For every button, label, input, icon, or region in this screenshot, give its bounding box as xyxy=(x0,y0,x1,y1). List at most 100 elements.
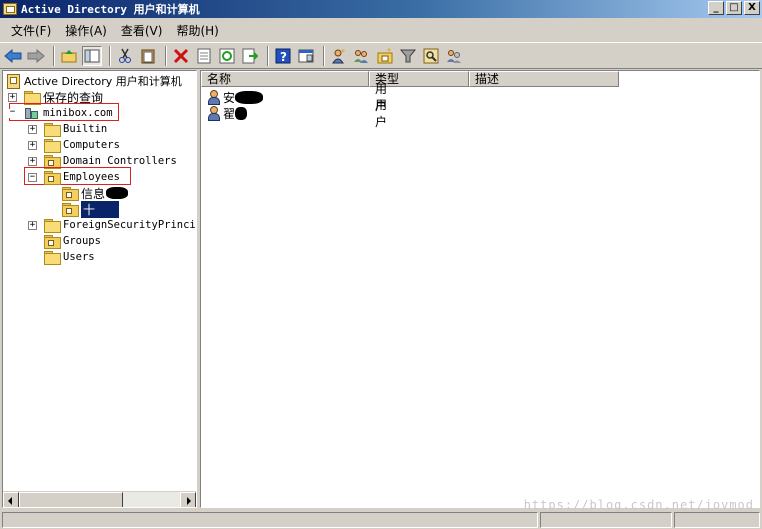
back-icon[interactable] xyxy=(3,46,23,66)
properties-icon[interactable] xyxy=(194,46,214,66)
status-cell xyxy=(2,512,538,528)
tree-item-groups[interactable]: Groups xyxy=(44,233,101,249)
column-header-description[interactable]: 描述 xyxy=(469,71,619,87)
tree-item-users[interactable]: Users xyxy=(44,249,95,265)
arrow-left-icon xyxy=(8,497,12,505)
details-list[interactable]: 名称 类型 描述 安 用户 翟 用户 xyxy=(200,70,760,508)
status-cell xyxy=(674,512,760,528)
menu-view[interactable]: 查看(V) xyxy=(114,20,170,41)
user-type: 用户 xyxy=(375,98,388,129)
close-button[interactable]: X xyxy=(744,1,760,15)
console-tree[interactable]: Active Directory 用户和计算机 + 保存的查询 − minibo… xyxy=(2,70,197,508)
user-name: 翟 xyxy=(223,106,236,121)
new-ou-icon[interactable]: * xyxy=(375,46,395,66)
user-icon xyxy=(207,90,220,105)
window-title: Active Directory 用户和计算机 xyxy=(21,3,200,16)
redaction-mark xyxy=(235,106,248,120)
tree-item-label-selected: 十 xyxy=(81,200,120,218)
find-icon[interactable] xyxy=(421,46,441,66)
svg-text:*: * xyxy=(387,48,391,56)
help-icon[interactable]: ? xyxy=(273,46,293,66)
toolbar: ? * * xyxy=(0,42,762,69)
list-row[interactable]: 翟 用户 xyxy=(201,98,387,129)
redaction-mark xyxy=(235,90,264,104)
redaction-mark xyxy=(106,187,129,199)
toolbar-separator xyxy=(267,45,269,66)
refresh-icon[interactable] xyxy=(217,46,237,66)
tree-item-foreign-security[interactable]: + ForeignSecurityPrincip xyxy=(28,217,196,233)
ou-folder-icon xyxy=(44,171,61,185)
user-name: 安 xyxy=(223,90,236,105)
expand-icon[interactable]: + xyxy=(28,156,37,166)
tree-horizontal-scrollbar[interactable] xyxy=(3,491,196,507)
title-bar: Active Directory 用户和计算机 _ □ X xyxy=(0,0,762,18)
add-to-group-icon[interactable] xyxy=(444,46,464,66)
ou-folder-icon xyxy=(62,187,79,201)
scroll-right-button[interactable] xyxy=(180,492,196,507)
tree-item-sub-ou-1[interactable]: 信息 xyxy=(62,185,129,201)
expand-icon[interactable]: + xyxy=(28,220,37,230)
arrow-right-icon xyxy=(187,497,191,505)
folder-icon xyxy=(44,251,61,265)
new-group-icon[interactable] xyxy=(352,46,372,66)
tree-item-label: Builtin xyxy=(63,123,108,135)
expand-icon[interactable]: + xyxy=(28,140,37,150)
expand-icon[interactable]: + xyxy=(28,124,37,134)
tree-root-label: Active Directory 用户和计算机 xyxy=(24,75,182,88)
delete-icon[interactable] xyxy=(171,46,191,66)
svg-text:*: * xyxy=(341,48,345,57)
svg-text:?: ? xyxy=(280,50,287,64)
scroll-left-button[interactable] xyxy=(3,492,19,507)
menu-action[interactable]: 操作(A) xyxy=(58,20,114,41)
scroll-thumb[interactable] xyxy=(19,492,123,507)
paste-icon[interactable] xyxy=(138,46,158,66)
export-icon[interactable] xyxy=(240,46,260,66)
folder-icon xyxy=(44,139,61,153)
folder-icon xyxy=(44,219,61,233)
list-row[interactable]: 安 用户 xyxy=(201,82,387,113)
minimize-button[interactable]: _ xyxy=(708,1,724,15)
tree-item-computers[interactable]: + Computers xyxy=(28,137,120,153)
toolbar-separator xyxy=(165,45,167,66)
tree-item-label: minibox.com xyxy=(43,107,113,119)
tree-item-domain[interactable]: − minibox.com xyxy=(8,105,113,121)
new-user-icon[interactable]: * xyxy=(329,46,349,66)
tree-item-label: Users xyxy=(63,251,95,263)
status-cell xyxy=(540,512,672,528)
toolbar-separator xyxy=(109,45,111,66)
collapse-icon[interactable]: − xyxy=(8,107,17,118)
ou-folder-icon xyxy=(62,203,79,217)
show-tree-icon[interactable] xyxy=(82,45,102,66)
user-icon xyxy=(207,106,220,121)
filter-icon[interactable] xyxy=(398,46,418,66)
folder-icon xyxy=(24,91,41,105)
up-icon[interactable] xyxy=(59,46,79,66)
forward-icon[interactable] xyxy=(26,46,46,66)
menu-file[interactable]: 文件(F) xyxy=(4,20,58,41)
tree-item-label: Groups xyxy=(63,235,101,247)
ou-folder-icon xyxy=(44,235,61,249)
menu-bar: 文件(F) 操作(A) 查看(V) 帮助(H) xyxy=(0,19,762,41)
status-bar xyxy=(0,510,762,529)
menu-help[interactable]: 帮助(H) xyxy=(169,20,225,41)
tree-root[interactable]: Active Directory 用户和计算机 xyxy=(6,73,182,89)
ad-app-icon xyxy=(3,3,17,15)
tree-item-label: Computers xyxy=(63,139,120,151)
expand-icon[interactable]: + xyxy=(8,92,17,102)
cut-icon[interactable] xyxy=(115,46,135,66)
tree-item-label: Employees xyxy=(63,171,120,183)
tree-item-builtin[interactable]: + Builtin xyxy=(28,121,107,137)
console-icon[interactable] xyxy=(296,46,316,66)
column-header-name[interactable]: 名称 xyxy=(201,71,369,87)
toolbar-separator xyxy=(53,45,55,66)
folder-icon xyxy=(44,123,61,137)
tree-item-label: Domain Controllers xyxy=(63,155,177,167)
tree-item-sub-ou-2[interactable]: 十 xyxy=(62,200,120,218)
toolbar-separator xyxy=(323,45,325,66)
ad-console-icon xyxy=(6,74,20,89)
collapse-icon[interactable]: − xyxy=(28,172,37,182)
maximize-button[interactable]: □ xyxy=(726,1,742,15)
tree-item-label: 信息 xyxy=(81,186,106,201)
list-header: 名称 类型 描述 xyxy=(201,71,619,87)
tree-item-employees[interactable]: − Employees xyxy=(28,169,120,185)
